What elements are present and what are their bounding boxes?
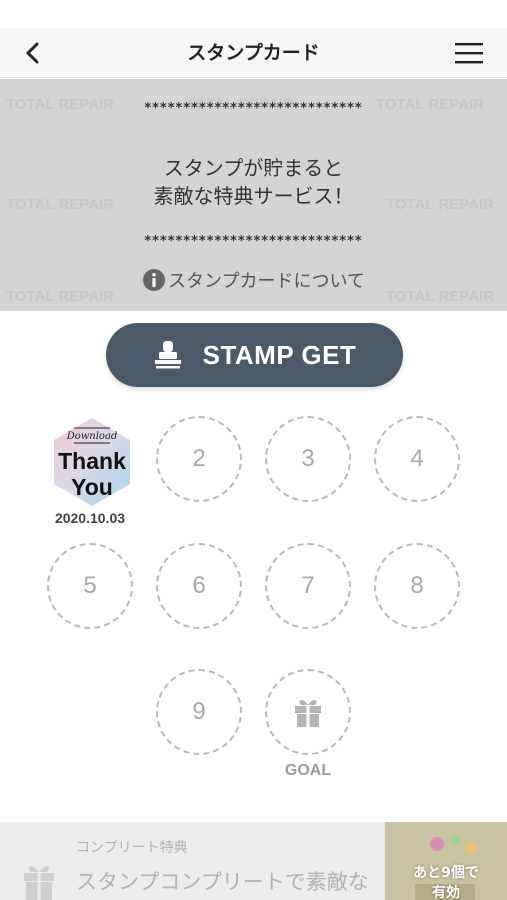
page-title: スタンプカード bbox=[187, 42, 320, 64]
complete-reward-card[interactable]: コンプリート特典 スタンプコンプリートで素敵な bbox=[0, 822, 385, 900]
remaining-count-text: あと9個で bbox=[413, 865, 479, 881]
stamp-date: 2020.10.03 bbox=[54, 510, 126, 526]
complete-reward-description: スタンプコンプリートで素敵な bbox=[76, 870, 369, 894]
reward-thumbnail[interactable]: あと9個で 有効 bbox=[385, 822, 507, 900]
banner-headline-line1: スタンプが貯まると bbox=[163, 156, 344, 180]
stamp-slot-8: 8 bbox=[374, 543, 460, 629]
goal-label: GOAL bbox=[284, 762, 332, 779]
navigation-bar: スタンプカード bbox=[0, 28, 507, 78]
stamp-slot-9: 9 bbox=[156, 669, 242, 755]
stamp-slot-2: 2 bbox=[156, 416, 242, 502]
hamburger-menu-icon bbox=[455, 43, 483, 64]
stamp-icon bbox=[154, 341, 181, 369]
about-stamp-card-link[interactable]: スタンプカードについて bbox=[0, 267, 507, 293]
stamp-slot-goal bbox=[265, 669, 351, 755]
stamp-get-label: STAMP GET bbox=[202, 339, 357, 370]
gift-icon bbox=[24, 866, 54, 900]
badge-you-text: You bbox=[71, 474, 113, 500]
menu-button[interactable] bbox=[451, 36, 487, 70]
badge-download-text: Download bbox=[66, 431, 118, 442]
stamp-slot-6: 6 bbox=[156, 543, 242, 629]
stamp-slot-5: 5 bbox=[47, 543, 133, 629]
status-area bbox=[0, 0, 507, 28]
validity-text: 有効 bbox=[432, 885, 460, 900]
stamp-slot-3: 3 bbox=[265, 416, 351, 502]
gift-icon bbox=[295, 700, 321, 727]
decorative-stars-bottom: **************************** bbox=[144, 234, 363, 249]
stamp-slot-7: 7 bbox=[265, 543, 351, 629]
about-link-label: スタンプカードについて bbox=[168, 271, 365, 292]
complete-reward-title: コンプリート特典 bbox=[76, 840, 188, 856]
stamp-slot-4: 4 bbox=[374, 416, 460, 502]
stamp-thank-you-badge: Download Thank You bbox=[54, 418, 130, 506]
badge-thank-text: Thank bbox=[58, 448, 126, 474]
stamp-card-banner: TOTAL REPAIR TOTAL REPAIR TOTAL REPAIR T… bbox=[0, 79, 507, 311]
back-button[interactable] bbox=[14, 36, 50, 70]
chevron-left-icon bbox=[26, 42, 39, 64]
banner-headline-line2: 素敵な特典サービス！ bbox=[153, 184, 354, 208]
stamp-get-button[interactable]: STAMP GET bbox=[106, 323, 403, 387]
info-icon bbox=[143, 269, 166, 291]
decorative-stars-top: **************************** bbox=[144, 101, 363, 116]
